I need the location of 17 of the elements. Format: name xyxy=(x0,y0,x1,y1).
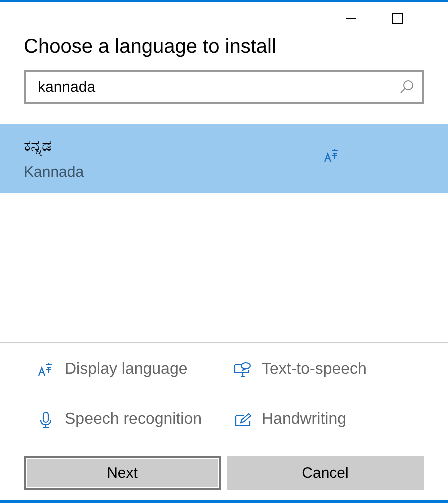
feature-label: Speech recognition xyxy=(65,411,202,429)
search-field[interactable]: kannada xyxy=(24,70,424,104)
language-name: Kannada xyxy=(24,164,86,180)
window-title: Choose a language to install xyxy=(24,35,278,60)
feature-label: Text-to-speech xyxy=(262,361,367,379)
cancel-button[interactable]: Cancel xyxy=(227,456,424,490)
search-icon[interactable] xyxy=(400,80,414,94)
language-list-item[interactable]: ಕನ್ನಡ Kannada xyxy=(0,124,448,193)
feature-label: Handwriting xyxy=(262,411,346,429)
language-icon xyxy=(38,363,54,377)
native-language-name: ಕನ್ನಡ xyxy=(24,136,53,156)
monitor-speech-icon xyxy=(234,362,252,378)
pen-tablet-icon xyxy=(234,413,252,427)
feature-label: Display language xyxy=(65,361,188,379)
microphone-icon xyxy=(40,412,52,428)
next-button[interactable]: Next xyxy=(24,456,221,490)
display-language-icon xyxy=(324,149,340,163)
